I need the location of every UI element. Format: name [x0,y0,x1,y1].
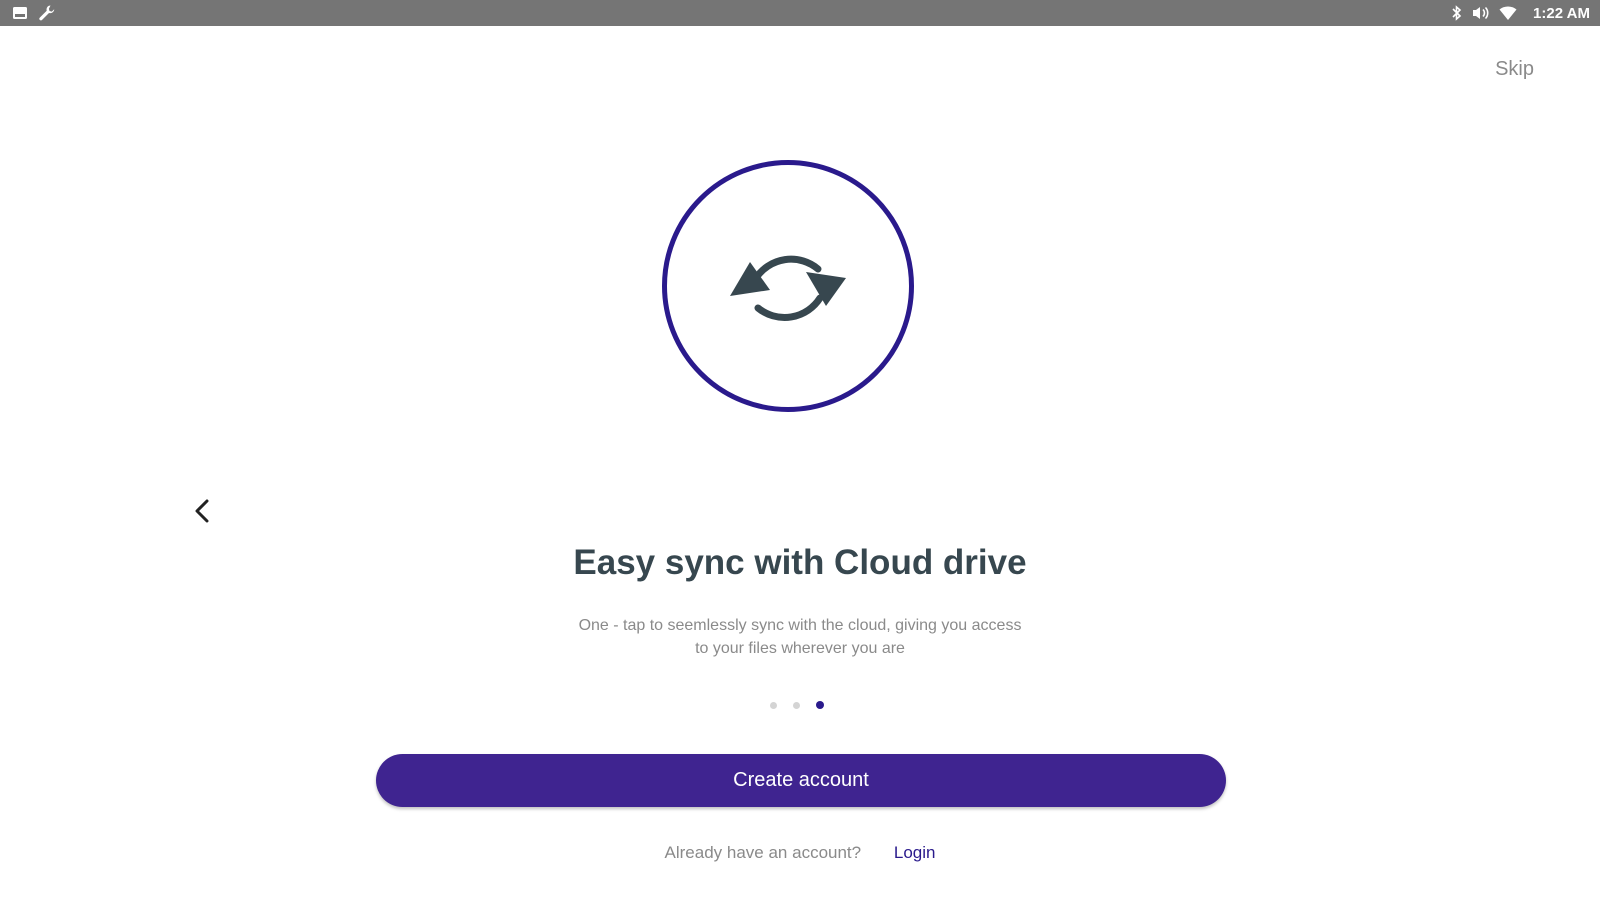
wifi-icon [1499,6,1517,20]
sync-icon [730,255,846,321]
login-row: Already have an account? Login [500,843,1100,863]
status-left-icons [12,4,56,22]
page-title: Easy sync with Cloud drive [573,543,1027,582]
login-prompt: Already have an account? [664,843,862,862]
back-chevron-icon[interactable] [188,496,218,526]
subtitle-line-2: to your files wherever you are [695,640,905,657]
status-time: 1:22 AM [1533,4,1590,22]
status-bar: 1:22 AM [0,0,1600,26]
volume-icon [1473,6,1489,20]
pager-dot [793,701,800,709]
pager-dot [816,701,824,709]
image-icon [13,7,27,19]
bluetooth-icon [1452,5,1462,21]
hero-illustration [662,160,914,412]
pager-dots [770,701,824,709]
status-right-icons: 1:22 AM [1451,4,1590,22]
page-subtitle: One - tap to seemlessly sync with the cl… [500,614,1100,660]
pager-dot [770,701,777,709]
subtitle-line-1: One - tap to seemlessly sync with the cl… [578,617,1022,634]
wrench-icon [39,5,55,21]
skip-button[interactable]: Skip [1495,58,1534,81]
onboarding-screen: 1:22 AM Skip Easy sync with Cloud drive … [0,0,1600,900]
create-account-button[interactable]: Create account [376,754,1226,807]
login-link[interactable]: Login [894,843,936,862]
